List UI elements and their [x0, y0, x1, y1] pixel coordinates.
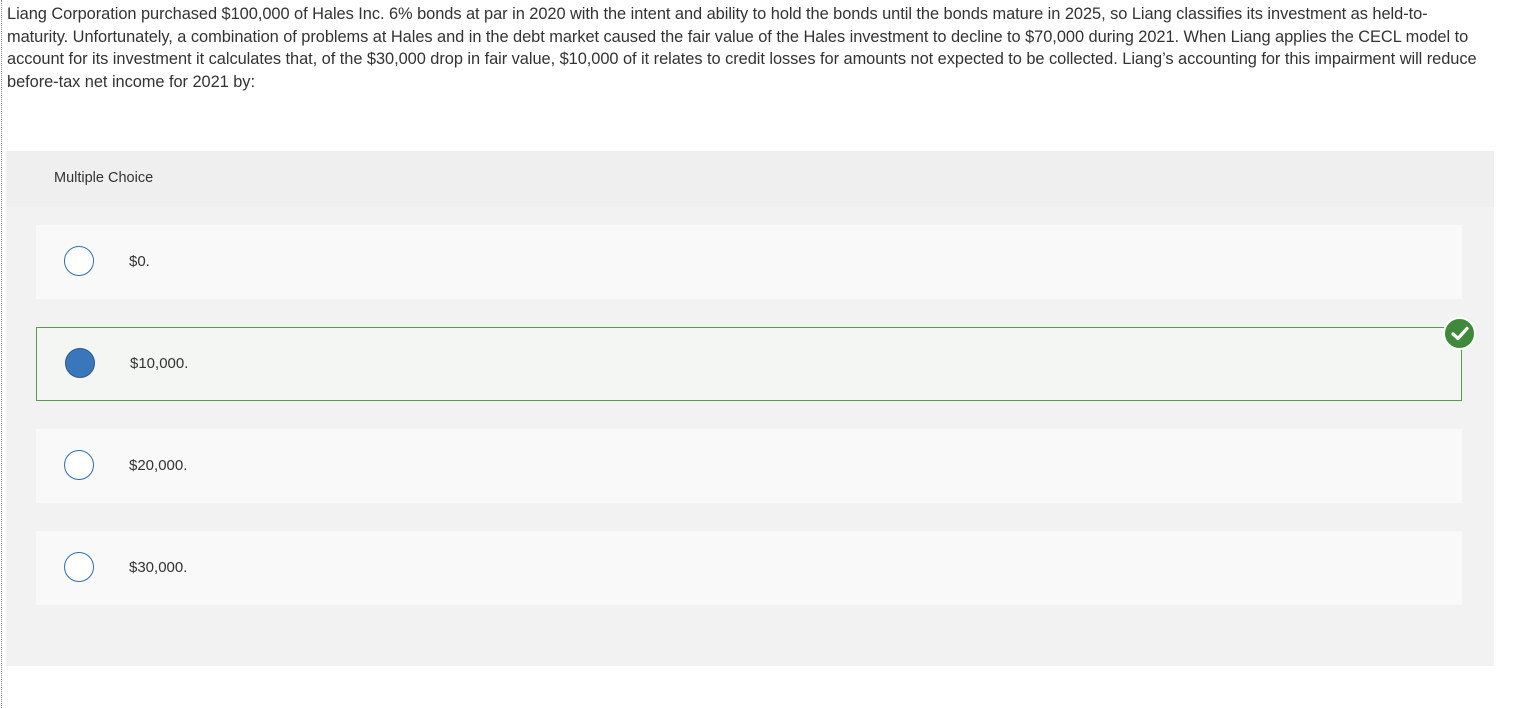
choice-option-1[interactable]: $10,000. [36, 327, 1462, 401]
choice-option-3[interactable]: $30,000. [36, 531, 1462, 605]
choice-option-2[interactable]: $20,000. [36, 429, 1462, 503]
radio-button-0[interactable] [64, 246, 94, 276]
choice-label-3: $30,000. [129, 559, 188, 576]
choice-label-1: $10,000. [130, 355, 189, 372]
choice-label-0: $0. [129, 253, 150, 270]
multiple-choice-label: Multiple Choice [54, 170, 154, 186]
radio-button-1-selected[interactable] [65, 348, 95, 378]
checkmark-circle-icon [1443, 317, 1476, 350]
choice-option-0[interactable]: $0. [36, 225, 1462, 299]
multiple-choice-header: Multiple Choice [6, 151, 1494, 207]
checkmark-icon [1451, 326, 1469, 341]
question-page: Liang Corporation purchased $100,000 of … [0, 0, 1517, 708]
multiple-choice-panel: Multiple Choice $0. $10,000. $20,000. $3… [6, 151, 1494, 666]
left-dotted-border [1, 0, 2, 708]
radio-button-2[interactable] [64, 450, 94, 480]
question-text: Liang Corporation purchased $100,000 of … [7, 5, 1477, 91]
radio-button-3[interactable] [64, 552, 94, 582]
choice-label-2: $20,000. [129, 457, 188, 474]
